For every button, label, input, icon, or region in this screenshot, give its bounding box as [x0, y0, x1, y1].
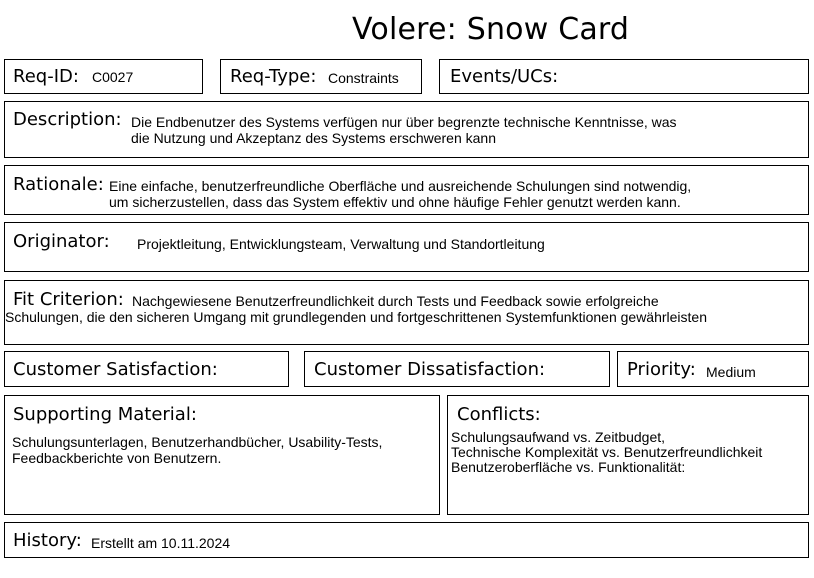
req-id-label: Req-ID:	[13, 66, 79, 87]
description-field: Description: Die Endbenutzer des Systems…	[4, 101, 809, 158]
events-ucs-field: Events/UCs:	[439, 59, 809, 94]
fit-criterion-line-2: Schulungen, die den sicheren Umgang mit …	[5, 309, 708, 325]
rationale-field: Rationale: Eine einfache, benutzerfreund…	[4, 165, 809, 215]
originator-field: Originator: Projektleitung, Entwicklungs…	[4, 222, 809, 272]
req-type-label: Req-Type:	[230, 66, 317, 87]
originator-label: Originator:	[13, 231, 110, 252]
description-line-2: die Nutzung und Akzeptanz des Systems er…	[131, 130, 496, 146]
req-id-value: C0027	[92, 69, 134, 85]
rationale-line-1: Eine einfache, benutzerfreundliche Oberf…	[109, 178, 692, 194]
rationale-label: Rationale:	[13, 174, 104, 195]
card-title: Volere: Snow Card	[352, 12, 630, 47]
req-type-value: Constraints	[328, 70, 399, 86]
conflicts-label: Conflicts:	[457, 404, 541, 425]
priority-field: Priority: Medium	[617, 351, 809, 387]
fit-criterion-label: Fit Criterion:	[13, 289, 124, 310]
events-ucs-label: Events/UCs:	[450, 66, 559, 87]
customer-satisfaction-label: Customer Satisfaction:	[13, 359, 218, 380]
priority-label: Priority:	[627, 359, 696, 380]
conflicts-line-1: Schulungsaufwand vs. Zeitbudget,	[451, 429, 666, 445]
supporting-material-line-2: Feedbackberichte von Benutzern.	[12, 450, 222, 466]
customer-dissatisfaction-field: Customer Dissatisfaction:	[304, 351, 610, 387]
conflicts-field: Conflicts: Schulungsaufwand vs. Zeitbudg…	[447, 395, 809, 515]
req-type-field: Req-Type: Constraints	[220, 59, 422, 94]
req-id-field: Req-ID: C0027	[4, 59, 203, 94]
priority-value: Medium	[706, 364, 756, 380]
conflicts-line-2: Technische Komplexität vs. Benutzerfreun…	[451, 444, 763, 460]
history-label: History:	[13, 530, 82, 551]
supporting-material-label: Supporting Material:	[13, 404, 197, 425]
rationale-line-2: um sicherzustellen, dass das System effe…	[109, 194, 681, 210]
history-field: History: Erstellt am 10.11.2024	[4, 522, 809, 558]
description-line-1: Die Endbenutzer des Systems verfügen nur…	[131, 114, 677, 130]
history-value: Erstellt am 10.11.2024	[91, 535, 231, 551]
customer-satisfaction-field: Customer Satisfaction:	[4, 351, 289, 387]
supporting-material-line-1: Schulungsunterlagen, Benutzerhandbücher,…	[12, 434, 383, 450]
supporting-material-field: Supporting Material: Schulungsunterlagen…	[4, 395, 440, 515]
conflicts-line-3: Benutzeroberfläche vs. Funktionalität:	[451, 459, 686, 475]
originator-value: Projektleitung, Entwicklungsteam, Verwal…	[137, 236, 545, 252]
fit-criterion-line-1: Nachgewiesene Benutzerfreundlichkeit dur…	[132, 293, 659, 309]
customer-dissatisfaction-label: Customer Dissatisfaction:	[314, 359, 546, 380]
description-label: Description:	[13, 109, 122, 130]
fit-criterion-field: Fit Criterion: Nachgewiesene Benutzerfre…	[4, 280, 809, 345]
